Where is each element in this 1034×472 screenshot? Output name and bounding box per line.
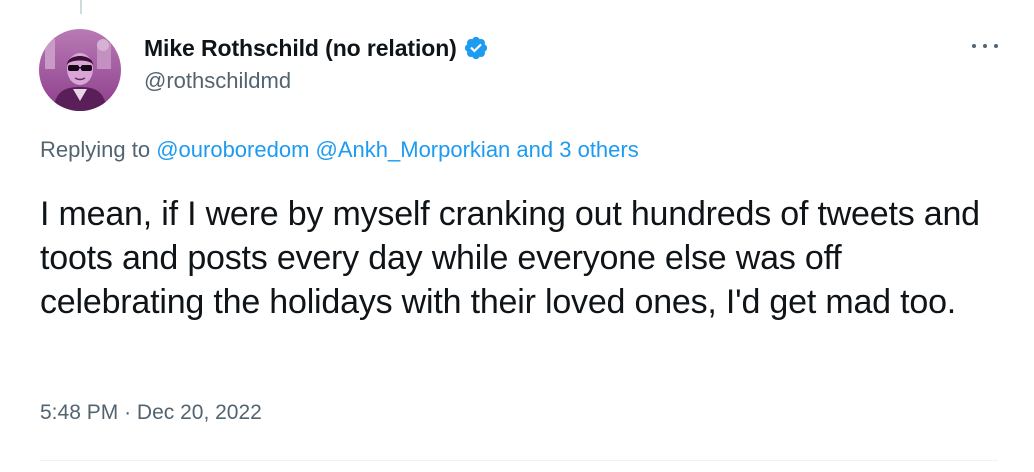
author-name-row: Mike Rothschild (no relation)	[144, 33, 489, 63]
replying-prefix: Replying to	[40, 137, 151, 162]
tweet: Mike Rothschild (no relation) @rothschil…	[0, 0, 1034, 472]
divider	[40, 460, 998, 461]
author-handle[interactable]: @rothschildmd	[144, 68, 291, 94]
replying-others-link[interactable]: and 3 others	[516, 137, 638, 162]
replying-to: Replying to @ouroboredom @Ankh_Morporkia…	[40, 137, 639, 163]
avatar-photo-icon	[39, 29, 121, 111]
verified-badge-icon	[463, 35, 489, 61]
tweet-timestamp: 5:48 PM · Dec 20, 2022	[40, 401, 262, 425]
more-dot	[994, 44, 998, 48]
tweet-time[interactable]: 5:48 PM	[40, 401, 118, 424]
more-horizontal-icon	[972, 44, 976, 48]
tweet-date[interactable]: Dec 20, 2022	[137, 401, 262, 424]
mention-link[interactable]: @ouroboredom	[156, 137, 309, 162]
mention-link[interactable]: @Ankh_Morporkian	[316, 137, 511, 162]
avatar[interactable]	[39, 29, 121, 111]
more-dot	[983, 44, 987, 48]
tweet-text: I mean, if I were by myself cranking out…	[40, 195, 980, 321]
meta-separator: ·	[124, 401, 132, 424]
more-options-button[interactable]	[972, 36, 998, 56]
author-display-name[interactable]: Mike Rothschild (no relation)	[144, 35, 457, 62]
